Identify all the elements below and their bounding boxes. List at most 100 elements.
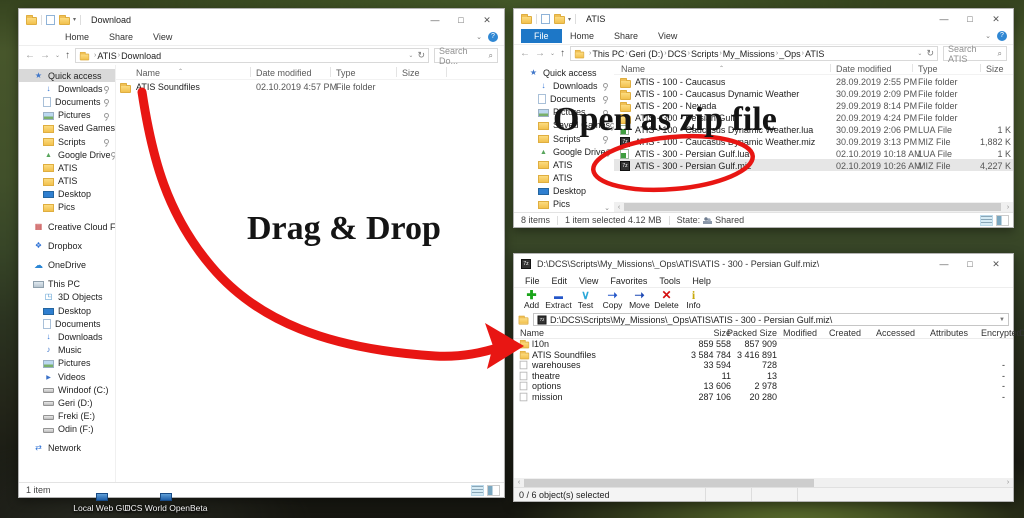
breadcrumb-segment[interactable]: Geri (D:): [629, 49, 664, 59]
zip-address-combo[interactable]: D:\DCS\Scripts\My_Missions\_Ops\ATIS\ATI…: [533, 313, 1009, 326]
sidebar-item-geri-d-[interactable]: Geri (D:): [19, 396, 115, 409]
column-header-type[interactable]: Type: [336, 68, 356, 78]
archive-row[interactable]: ATIS Soundfiles3 584 7843 416 891: [514, 350, 1013, 361]
column-comment[interactable]: Co: [1019, 328, 1024, 338]
scrollbar-thumb[interactable]: [624, 203, 1001, 211]
sidebar-item-onedrive[interactable]: OneDrive: [19, 258, 115, 271]
refresh-icon[interactable]: ↻: [926, 48, 934, 59]
file-row[interactable]: ATIS - 300 - Persian Gulf20.09.2019 4:24…: [614, 111, 1013, 123]
minimize-button[interactable]: —: [422, 11, 448, 29]
sidebar-item-downloads[interactable]: Downloads: [19, 330, 115, 343]
toolbar-delete-button[interactable]: Delete: [653, 289, 680, 310]
sidebar-item-atis[interactable]: ATIS: [19, 161, 115, 174]
menu-help[interactable]: Help: [686, 276, 717, 286]
breadcrumb-segment[interactable]: ATIS: [97, 51, 116, 61]
column-encrypted[interactable]: Encrypted: [981, 328, 1022, 338]
toolbar-extract-button[interactable]: Extract: [545, 289, 572, 310]
column-modified[interactable]: Modified: [783, 328, 817, 338]
help-icon[interactable]: ?: [488, 32, 498, 42]
details-view-icon[interactable]: [471, 485, 484, 496]
sidebar-item-music[interactable]: Music: [19, 344, 115, 357]
back-button[interactable]: ←: [520, 48, 530, 59]
sidebar-item-odin-f-[interactable]: Odin (F:): [19, 423, 115, 436]
sidebar-item-downloads[interactable]: Downloads: [19, 82, 115, 95]
sidebar-item-desktop[interactable]: Desktop: [19, 304, 115, 317]
breadcrumb-segment[interactable]: DCS: [668, 49, 687, 59]
column-header-name[interactable]: Name: [621, 64, 645, 74]
zip-titlebar[interactable]: D:\DCS\Scripts\My_Missions\_Ops\ATIS\ATI…: [514, 254, 1013, 274]
address-dropdown-icon[interactable]: ⌄: [408, 52, 413, 59]
right-titlebar[interactable]: ▾ ATIS — □ ✕: [514, 9, 1013, 29]
sevenzip-window[interactable]: D:\DCS\Scripts\My_Missions\_Ops\ATIS\ATI…: [513, 253, 1014, 502]
file-row[interactable]: ATIS Soundfiles02.10.2019 4:57 PMFile fo…: [116, 80, 504, 96]
sidebar-item-network[interactable]: Network: [19, 442, 115, 455]
sidebar-item-quick-access[interactable]: Quick access: [514, 66, 614, 79]
quick-access-newfolder-icon[interactable]: [59, 17, 70, 25]
minimize-button[interactable]: —: [931, 10, 957, 28]
scroll-left-icon[interactable]: ‹: [514, 479, 524, 486]
minimize-button[interactable]: —: [931, 255, 957, 273]
up-button[interactable]: ↑: [560, 48, 565, 59]
sidebar-item-pics[interactable]: Pics: [19, 201, 115, 214]
sidebar-item-downloads[interactable]: Downloads: [514, 79, 614, 92]
file-row[interactable]: ATIS - 100 - Caucasus Dynamic Weather.lu…: [614, 123, 1013, 135]
explorer-window-atis[interactable]: ▾ ATIS — □ ✕ File HomeShareView ⌄ ? ← → …: [513, 8, 1014, 228]
desktop-label-local-web-gui[interactable]: Local Web GUI: [72, 503, 132, 513]
sidebar-item-desktop[interactable]: Desktop: [514, 185, 614, 198]
maximize-button[interactable]: □: [957, 10, 983, 28]
left-address-bar[interactable]: ›ATIS›Download ⌄ ↻: [75, 48, 429, 63]
tab-file[interactable]: File: [521, 29, 562, 43]
menu-tools[interactable]: Tools: [653, 276, 686, 286]
column-created[interactable]: Created: [829, 328, 861, 338]
sidebar-item-google-drive[interactable]: Google Drive: [514, 145, 614, 158]
column-packed-size[interactable]: Packed Size: [727, 328, 777, 338]
archive-row[interactable]: theatre1113-: [514, 371, 1013, 382]
maximize-button[interactable]: □: [448, 11, 474, 29]
close-button[interactable]: ✕: [983, 10, 1009, 28]
details-view-icon[interactable]: [980, 215, 993, 226]
ribbon-collapse-icon[interactable]: ⌄: [985, 32, 991, 40]
thumbnails-view-icon[interactable]: [996, 215, 1009, 226]
back-button[interactable]: ←: [25, 50, 35, 61]
tab-share[interactable]: Share: [604, 29, 648, 44]
column-header-type[interactable]: Type: [918, 64, 938, 74]
column-header-size[interactable]: Size: [986, 64, 1004, 74]
scrollbar-thumb[interactable]: [524, 479, 814, 487]
up-button[interactable]: ↑: [65, 50, 70, 61]
desktop-icon-dcs-world[interactable]: [160, 493, 172, 501]
breadcrumb-segment[interactable]: My_Missions: [723, 49, 775, 59]
sidebar-item-desktop[interactable]: Desktop: [19, 188, 115, 201]
right-search-input[interactable]: Search ATIS ⌕: [943, 46, 1007, 61]
menu-favorites[interactable]: Favorites: [604, 276, 653, 286]
sidebar-item-dropbox[interactable]: Dropbox: [19, 239, 115, 252]
forward-button[interactable]: →: [535, 48, 545, 59]
sidebar-item-saved-games[interactable]: Saved Games: [19, 122, 115, 135]
column-header-modified[interactable]: Date modified: [836, 64, 892, 74]
column-header-modified[interactable]: Date modified: [256, 68, 312, 78]
tab-share[interactable]: Share: [99, 30, 143, 45]
maximize-button[interactable]: □: [957, 255, 983, 273]
breadcrumb-segment[interactable]: ATIS: [805, 49, 824, 59]
sidebar-item-pictures[interactable]: Pictures: [514, 106, 614, 119]
toolbar-move-button[interactable]: Move: [626, 289, 653, 310]
sidebar-item-pics[interactable]: Pics: [514, 198, 614, 211]
menu-file[interactable]: File: [519, 276, 546, 286]
forward-button[interactable]: →: [40, 50, 50, 61]
sidebar-item-windoof-c-[interactable]: Windoof (C:): [19, 383, 115, 396]
file-row[interactable]: ATIS - 100 - Caucasus Dynamic Weather.mi…: [614, 135, 1013, 147]
sidebar-item-this-pc[interactable]: This PC: [19, 278, 115, 291]
archive-row[interactable]: warehouses33 594728-: [514, 360, 1013, 371]
recent-locations-icon[interactable]: ⌄: [55, 52, 60, 59]
desktop-icon-local-web-gui[interactable]: [96, 493, 108, 501]
quick-access-properties-icon[interactable]: [46, 15, 55, 25]
sidebar-item-pictures[interactable]: Pictures: [19, 109, 115, 122]
file-row[interactable]: ATIS - 300 - Persian Gulf.miz02.10.2019 …: [614, 159, 1013, 171]
left-search-input[interactable]: Search Do... ⌕: [434, 48, 498, 63]
tab-home[interactable]: Home: [55, 30, 99, 45]
file-row[interactable]: ATIS - 100 - Caucasus28.09.2019 2:55 PMF…: [614, 75, 1013, 87]
desktop-label-dcs-world[interactable]: DCS World OpenBeta: [124, 503, 208, 513]
menu-edit[interactable]: Edit: [546, 276, 574, 286]
help-icon[interactable]: ?: [997, 31, 1007, 41]
archive-row[interactable]: mission287 10620 280-: [514, 392, 1013, 403]
sidebar-item-documents[interactable]: Documents: [514, 92, 614, 105]
